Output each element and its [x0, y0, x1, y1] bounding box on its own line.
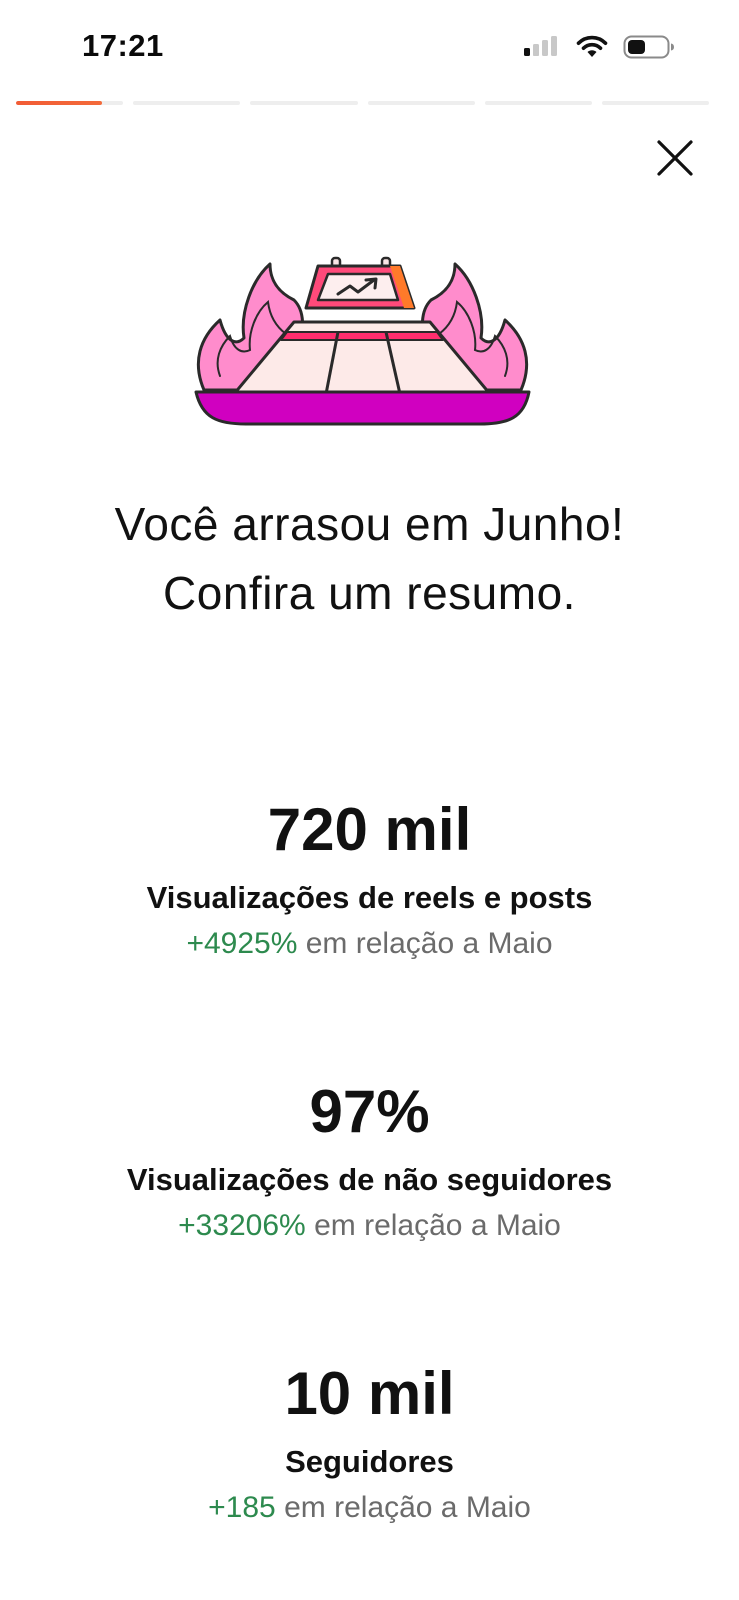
close-icon — [657, 140, 693, 176]
stat-change-comparison: em relação a Maio — [314, 1209, 561, 1242]
stat-label: Visualizações de reels e posts — [146, 880, 593, 915]
status-icons — [523, 34, 675, 60]
stat-followers: 10 mil Seguidores +185 em relação a Maio — [0, 1358, 739, 1528]
story-progress-segment — [601, 101, 710, 105]
stat-change: +185 em relação a Maio — [0, 1488, 739, 1528]
stat-value: 720 mil — [267, 796, 472, 863]
battery-icon — [623, 35, 674, 59]
stat-change-comparison: em relação a Maio — [305, 927, 553, 960]
story-progress-bar — [16, 101, 710, 106]
stat-value: 97% — [309, 1078, 430, 1145]
story-progress-segment — [16, 101, 124, 105]
stat-change: +33206% em relação a Maio — [0, 1206, 739, 1246]
story-progress-segment — [367, 101, 475, 105]
stat-change-delta: +33206% — [178, 1209, 306, 1242]
stat-change-delta: +185 — [208, 1491, 276, 1524]
story-progress-segment — [133, 101, 241, 105]
stat-non-follower-views: 97% Visualizações de não seguidores +332… — [0, 1076, 739, 1246]
summary-headline: Você arrasou em Junho! Confira um resumo… — [114, 498, 625, 619]
stat-value: 10 mil — [284, 1360, 455, 1427]
wifi-icon — [576, 35, 608, 57]
stat-change: +4925% em relação a Maio — [0, 924, 739, 964]
stat-label: Seguidores — [285, 1444, 454, 1479]
stat-reels-posts-views: 720 mil Visualizações de reels e posts +… — [0, 794, 739, 964]
close-button[interactable] — [655, 138, 695, 178]
status-time: 17:21 — [82, 28, 164, 63]
story-progress-segment — [484, 101, 592, 105]
stat-change-comparison: em relação a Maio — [284, 1491, 531, 1524]
status-bar: 17:21 — [0, 0, 739, 96]
stat-label: Visualizações de não seguidores — [126, 1162, 613, 1197]
story-progress-fill — [16, 101, 102, 105]
story-progress-segment — [250, 101, 358, 105]
cellular-signal-icon — [524, 36, 557, 56]
trending-chart-on-fire-illustration — [194, 256, 531, 426]
stat-change-delta: +4925% — [186, 927, 298, 960]
